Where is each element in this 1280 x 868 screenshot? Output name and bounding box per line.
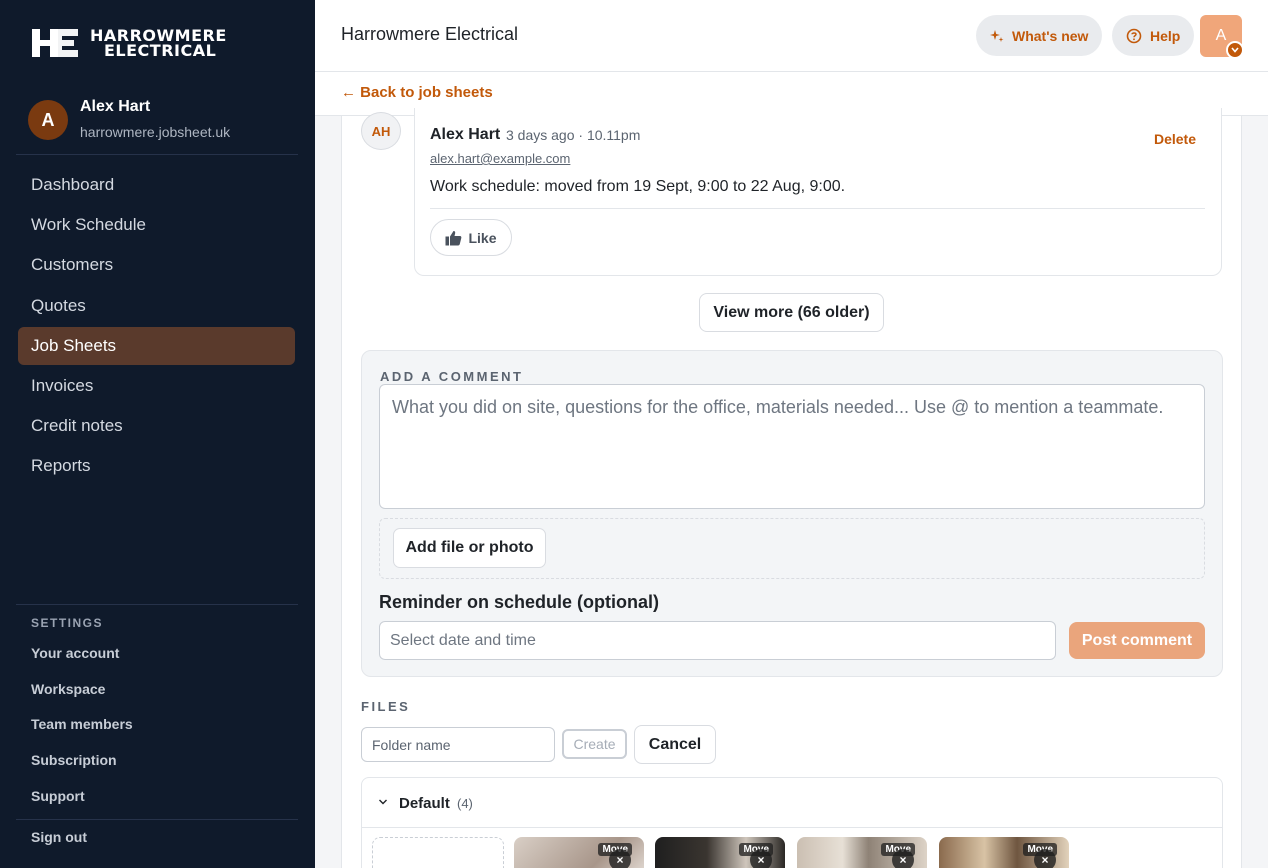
reminder-datetime-input[interactable] [379, 621, 1056, 660]
settings-item-your-account[interactable]: Your account [31, 643, 133, 679]
whats-new-button[interactable]: What's new [976, 15, 1103, 56]
upload-tile[interactable] [372, 837, 504, 868]
chevron-down-icon [379, 799, 387, 805]
create-folder-button[interactable]: Create [562, 729, 627, 759]
settings-nav: Your account Workspace Team members Subs… [31, 643, 133, 821]
cancel-button[interactable]: Cancel [634, 725, 716, 764]
comment-body: Work schedule: moved from 19 Sept, 9:00 … [430, 178, 846, 195]
file-thumbnail[interactable]: Move × [797, 837, 927, 868]
user-name: Alex Hart [80, 98, 151, 115]
view-more-button[interactable]: View more (66 older) [699, 293, 884, 332]
nav-item-invoices[interactable]: Invoices [18, 367, 295, 405]
settings-item-support[interactable]: Support [31, 786, 133, 822]
scrollbar-track[interactable] [1268, 0, 1280, 868]
nav-item-work-schedule[interactable]: Work Schedule [18, 206, 295, 244]
nav-item-quotes[interactable]: Quotes [18, 287, 295, 325]
company-logo[interactable]: HARROWMERE ELECTRICAL [30, 26, 227, 60]
comment-author: Alex Hart [430, 126, 501, 143]
delete-comment-button[interactable]: Delete [1154, 131, 1196, 147]
nav-item-customers[interactable]: Customers [18, 246, 295, 284]
comment-textarea[interactable] [379, 384, 1205, 509]
add-file-button[interactable]: Add file or photo [393, 528, 546, 568]
current-user[interactable]: A Alex Hart harrowmere.jobsheet.uk [28, 98, 230, 140]
thumbs-up-icon [445, 230, 462, 245]
nav-item-credit-notes[interactable]: Credit notes [18, 407, 295, 445]
divider [16, 604, 298, 605]
folder-name: Default [399, 795, 450, 812]
like-label: Like [468, 229, 497, 246]
post-comment-button[interactable]: Post comment [1069, 622, 1205, 659]
avatar: A [28, 100, 68, 140]
user-domain: harrowmere.jobsheet.uk [80, 124, 231, 140]
file-thumbnail[interactable]: Move × [655, 837, 785, 868]
file-thumbnail[interactable]: Move × [514, 837, 644, 868]
folder-name-input[interactable] [361, 727, 555, 762]
nav-item-reports[interactable]: Reports [18, 447, 295, 485]
account-menu-avatar[interactable]: A [1200, 15, 1244, 59]
reminder-label: Reminder on schedule (optional) [379, 592, 660, 612]
logo-mark-icon [32, 29, 78, 57]
sparkle-icon [990, 29, 1004, 42]
divider [430, 208, 1205, 209]
divider [16, 154, 298, 155]
back-to-job-sheets-link[interactable]: ← Back to job sheets [341, 84, 493, 101]
nav-item-dashboard[interactable]: Dashboard [18, 166, 295, 204]
add-comment-panel: ADD A COMMENT Add file or photo Reminder… [361, 350, 1223, 677]
sign-out-link[interactable]: Sign out [31, 829, 87, 845]
top-bar: Harrowmere Electrical What's new Help A [315, 0, 1268, 72]
attachment-dropzone[interactable]: Add file or photo [379, 518, 1205, 579]
file-thumbnail[interactable]: Move × [939, 837, 1069, 868]
whats-new-label: What's new [1012, 27, 1089, 44]
settings-heading: SETTINGS [31, 616, 104, 630]
folder-default: Default (4) Move × Move × Move × Move × [361, 777, 1223, 868]
comment-avatar: AH [361, 112, 401, 150]
help-button[interactable]: Help [1112, 15, 1195, 56]
like-button[interactable]: Like [430, 219, 512, 256]
comment-card: Alex Hart 3 days ago · 10.11pm alex.hart… [414, 108, 1222, 276]
help-label: Help [1150, 27, 1181, 44]
main-nav: Dashboard Work Schedule Customers Quotes… [18, 166, 295, 488]
divider [16, 819, 298, 820]
close-icon[interactable]: × [1034, 849, 1056, 868]
settings-item-subscription[interactable]: Subscription [31, 750, 133, 786]
folder-header[interactable]: Default (4) [362, 778, 1222, 828]
folder-count: (4) [457, 796, 473, 811]
settings-item-workspace[interactable]: Workspace [31, 679, 133, 715]
close-icon[interactable]: × [609, 849, 631, 868]
page-title: Harrowmere Electrical [341, 24, 519, 44]
help-circle-icon [1126, 28, 1142, 43]
sidebar: HARROWMERE ELECTRICAL A Alex Hart harrow… [0, 0, 315, 868]
settings-item-team-members[interactable]: Team members [31, 714, 133, 750]
comment-timestamp: 3 days ago · 10.11pm [506, 127, 641, 143]
comment-email-link[interactable]: alex.hart@example.com [430, 151, 570, 166]
logo-wordmark: HARROWMERE ELECTRICAL [90, 26, 227, 60]
close-icon[interactable]: × [750, 849, 772, 868]
add-comment-heading: ADD A COMMENT [380, 369, 524, 384]
nav-item-job-sheets[interactable]: Job Sheets [18, 326, 295, 365]
files-heading: FILES [361, 699, 411, 714]
close-icon[interactable]: × [892, 849, 914, 868]
chevron-down-icon [1226, 41, 1244, 59]
